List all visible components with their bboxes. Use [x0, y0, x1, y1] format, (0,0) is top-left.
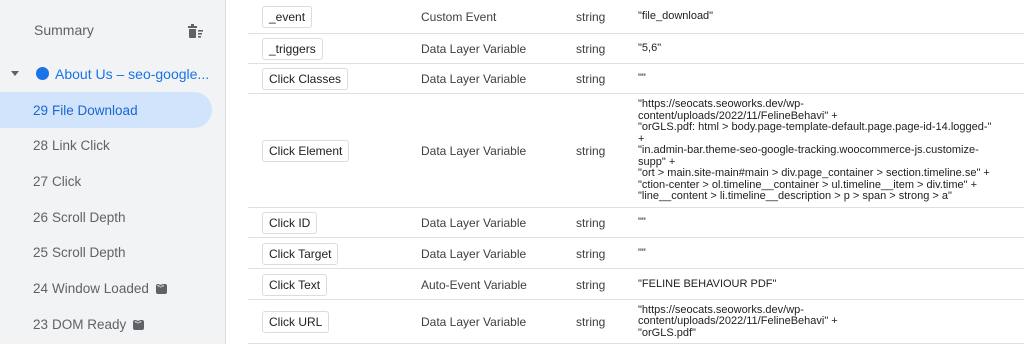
- event-number: 24: [33, 280, 49, 296]
- value-line: "": [638, 246, 646, 259]
- page-dot-icon: [36, 67, 49, 80]
- page-label[interactable]: About Us – seo-google...: [55, 66, 215, 82]
- sidebar: Summary About Us – seo-google... 29 File …: [0, 0, 226, 344]
- return-type: string: [576, 246, 606, 261]
- event-number: 23: [33, 316, 49, 332]
- variable-type: Custom Event: [421, 10, 497, 24]
- variable-value: "": [638, 246, 1024, 260]
- variable-type: Data Layer Variable: [421, 42, 527, 56]
- value-line: "": [638, 216, 646, 229]
- variable-value: "https://seocats.seoworks.dev/wp-content…: [638, 304, 1024, 340]
- variable-name-chip[interactable]: Click Target: [262, 242, 339, 265]
- return-type: string: [576, 42, 606, 56]
- table-row: _triggers Data Layer Variable string "5,6": [248, 34, 1024, 64]
- variable-name-chip[interactable]: Click Text: [262, 273, 328, 296]
- return-type: string: [576, 277, 606, 292]
- event-item[interactable]: 23 DOM Ready: [0, 306, 212, 342]
- event-number: 27: [33, 173, 49, 189]
- table-row: Click ID Data Layer Variable string "": [248, 208, 1024, 238]
- event-number: 29: [33, 102, 49, 118]
- summary-label[interactable]: Summary: [34, 22, 94, 38]
- event-item[interactable]: 26 Scroll Depth: [0, 199, 212, 235]
- code-badge-icon: [133, 318, 145, 330]
- event-number: 28: [33, 137, 49, 153]
- table-row: _event Custom Event string "file_download": [248, 0, 1024, 34]
- variable-name-chip[interactable]: Click Classes: [262, 68, 349, 90]
- variable-name-chip[interactable]: _triggers: [262, 38, 323, 60]
- event-label: Scroll Depth: [52, 209, 126, 225]
- event-label: DOM Ready: [52, 316, 127, 332]
- value-line: "orGLS.pdf: html > body.page-template-de…: [638, 121, 992, 134]
- variable-name-chip[interactable]: _event: [262, 6, 313, 28]
- event-number: 25: [33, 244, 49, 260]
- variable-type: Data Layer Variable: [421, 216, 527, 230]
- variable-name-chip[interactable]: Click ID: [262, 212, 318, 234]
- value-line: "": [638, 72, 646, 85]
- table-row: Click Target Data Layer Variable string "": [248, 238, 1024, 269]
- event-label: Scroll Depth: [52, 244, 126, 260]
- variables-table: _event Custom Event string "file_download" _…: [248, 0, 1024, 344]
- delete-sweep-icon[interactable]: [185, 22, 205, 40]
- event-label: File Download: [52, 102, 138, 118]
- event-label: Window Loaded: [52, 280, 149, 296]
- variable-type: Data Layer Variable: [421, 144, 527, 158]
- variable-value: "FELINE BEHAVIOUR PDF": [638, 277, 1024, 291]
- event-item[interactable]: 25 Scroll Depth: [0, 234, 212, 270]
- event-item[interactable]: 28 Link Click: [0, 127, 212, 163]
- value-line: "file_download": [638, 10, 714, 23]
- event-item[interactable]: 29 File Download: [0, 92, 212, 128]
- caret-down-icon[interactable]: [11, 71, 19, 76]
- event-label: Click: [52, 173, 82, 189]
- variable-type: Data Layer Variable: [421, 315, 527, 329]
- variable-value: "file_download": [638, 11, 1024, 23]
- code-badge-icon: [155, 282, 167, 294]
- return-type: string: [576, 10, 606, 24]
- event-label: Link Click: [52, 137, 110, 153]
- variable-value: "https://seocats.seoworks.dev/wp-content…: [638, 99, 1024, 203]
- value-line: "FELINE BEHAVIOUR PDF": [638, 277, 777, 290]
- event-number: 26: [33, 209, 49, 225]
- variable-value: "5,6": [638, 43, 1024, 55]
- event-item[interactable]: 24 Window Loaded: [0, 270, 212, 306]
- table-row: Click URL Data Layer Variable string "https…: [248, 300, 1024, 344]
- return-type: string: [576, 72, 606, 86]
- value-line: "5,6": [638, 42, 662, 55]
- table-row: Click Element Data Layer Variable string "h…: [248, 94, 1024, 208]
- table-row: Click Text Auto-Event Variable string "FELI…: [248, 269, 1024, 300]
- value-line: "line__content > li.timeline__descriptio…: [638, 190, 952, 203]
- variable-type: Data Layer Variable: [421, 72, 527, 86]
- value-line: "in.admin-bar.theme-seo-google-tracking.…: [638, 144, 979, 157]
- return-type: string: [576, 216, 606, 230]
- variable-value: "": [638, 217, 1024, 229]
- event-item[interactable]: 27 Click: [0, 163, 212, 199]
- variable-type: Data Layer Variable: [421, 246, 527, 261]
- return-type: string: [576, 315, 606, 329]
- variable-type: Auto-Event Variable: [421, 277, 527, 292]
- value-line: "orGLS.pdf": [638, 326, 696, 339]
- variable-name-chip[interactable]: Click Element: [262, 140, 350, 162]
- variable-value: "": [638, 73, 1024, 85]
- variable-name-chip[interactable]: Click URL: [262, 311, 330, 333]
- table-row: Click Classes Data Layer Variable string "": [248, 64, 1024, 94]
- return-type: string: [576, 144, 606, 158]
